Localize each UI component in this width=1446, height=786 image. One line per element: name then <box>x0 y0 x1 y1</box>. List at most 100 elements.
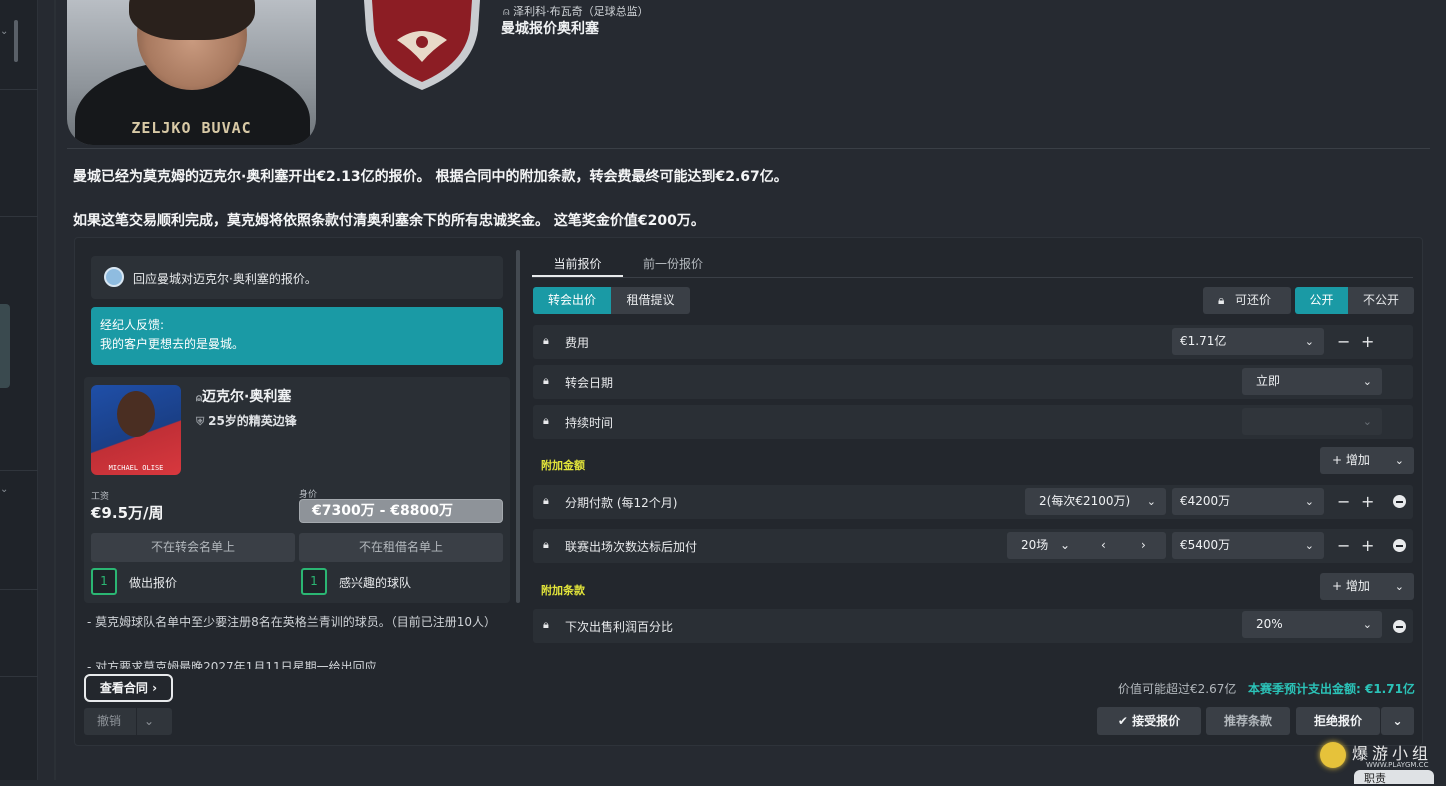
sidebar-active-tab[interactable] <box>0 304 10 388</box>
fee-increase-button[interactable]: + <box>1361 328 1374 355</box>
plus-icon: + <box>1332 579 1346 593</box>
add-clause-button[interactable]: + 增加 ⌄ <box>1320 573 1414 600</box>
sender-line: ⍝ 泽利科·布瓦奇（足球总监） <box>503 3 649 19</box>
negotiable-button[interactable]: 🔒︎ 可还价 <box>1203 287 1291 314</box>
divider <box>0 470 38 471</box>
appearances-select-value: 20场 <box>1021 538 1049 552</box>
negotiable-label: 可还价 <box>1235 293 1272 307</box>
interested-count[interactable]: 1 <box>301 568 327 595</box>
installments-amount[interactable]: €4200万 ⌄ <box>1172 488 1324 515</box>
lock-icon[interactable]: 🔒︎ <box>543 374 549 388</box>
loan-list-status[interactable]: 不在租借名单上 <box>299 533 503 562</box>
chevron-down-icon[interactable]: ⌄ <box>144 708 154 735</box>
reject-offer-button[interactable]: 拒绝报价 <box>1296 707 1380 735</box>
photo-name: ZELJKO BUVAC <box>131 119 252 137</box>
chevron-down-icon[interactable]: ⌄ <box>0 484 8 495</box>
lock-icon[interactable]: 🔒︎ <box>543 618 549 632</box>
appearances-label: 联赛出场次数达标后加付 <box>565 540 698 554</box>
cancel-label: 撤销 <box>97 714 122 728</box>
view-contract-button[interactable]: 查看合同 › <box>84 674 173 702</box>
sender-photo: ZELJKO BUVAC <box>67 0 316 145</box>
player-photo[interactable]: MICHAEL OLISE <box>91 385 181 475</box>
add-add-on-button[interactable]: + 增加 ⌄ <box>1320 447 1414 474</box>
transfer-list-status[interactable]: 不在转会名单上 <box>91 533 295 562</box>
appearances-select[interactable]: 20场 ⌄ ‹ › <box>1007 532 1166 559</box>
lock-icon[interactable]: 🔒︎ <box>543 334 549 348</box>
player-name[interactable]: ⍝迈克尔·奥利塞 <box>196 386 291 406</box>
player-head <box>117 391 155 437</box>
max-value-text: 价值可能超过€2.67亿 <box>1118 682 1237 696</box>
chevron-down-icon: ⌄ <box>1304 539 1314 552</box>
remove-circle-icon[interactable] <box>1393 620 1406 633</box>
sender-name[interactable]: 泽利科·布瓦奇（足球总监） <box>513 5 649 18</box>
nation-icon: ⛨ <box>196 415 209 428</box>
rail <box>54 0 56 780</box>
chevron-down-icon: ⌄ <box>1362 415 1372 428</box>
public-toggle[interactable]: 公开 <box>1295 287 1348 314</box>
chevron-left-icon[interactable]: ‹ <box>1101 532 1106 559</box>
lock-icon[interactable]: 🔒︎ <box>543 414 549 428</box>
chevron-down-icon: ⌄ <box>1394 580 1404 593</box>
chevron-down-icon: ⌄ <box>1392 714 1403 728</box>
divider <box>0 589 38 590</box>
remove-circle-icon[interactable] <box>1393 495 1406 508</box>
body-paragraph-2: 如果这笔交易顺利完成，莫克姆将依照条款付清奥利塞余下的所有忠诚奖金。 这笔奖金价… <box>73 213 705 229</box>
duration-select: ⌄ <box>1242 408 1382 435</box>
private-toggle[interactable]: 不公开 <box>1348 287 1414 314</box>
club-crest <box>364 0 480 90</box>
lock-icon[interactable]: 🔒︎ <box>543 494 549 508</box>
left-scrollbar[interactable] <box>516 250 520 603</box>
sidebar-scrollbar[interactable] <box>14 20 18 62</box>
player-desc: 25岁的精英边锋 <box>208 414 297 428</box>
remove-circle-icon[interactable] <box>1393 539 1406 552</box>
duration-label: 持续时间 <box>565 416 614 430</box>
sell-on-select[interactable]: 20% ⌄ <box>1242 611 1382 638</box>
installments-select[interactable]: 2(每次€2100万) ⌄ <box>1025 488 1166 515</box>
fee-select[interactable]: €1.71亿 ⌄ <box>1172 328 1324 355</box>
chevron-down-icon: ⌄ <box>1146 495 1156 508</box>
transfer-offer-toggle[interactable]: 转会出价 <box>533 287 611 314</box>
chevron-right-icon[interactable]: › <box>1141 532 1146 559</box>
message-subject: 曼城报价奥利塞 <box>501 21 599 37</box>
logo-sun <box>1320 742 1346 768</box>
lock-icon[interactable]: 🔒︎ <box>543 538 549 552</box>
loan-offer-toggle[interactable]: 租借提议 <box>611 287 690 314</box>
date-select[interactable]: 立即 ⌄ <box>1242 368 1382 395</box>
view-contract-label: 查看合同 <box>99 681 148 695</box>
plus-icon: + <box>1332 453 1346 467</box>
appearances-amount[interactable]: €5400万 ⌄ <box>1172 532 1324 559</box>
installments-select-value: 2(每次€2100万) <box>1039 494 1131 508</box>
chevron-down-icon[interactable]: ⌄ <box>0 26 8 37</box>
accept-label: 接受报价 <box>1132 714 1181 728</box>
fee-label: 费用 <box>565 336 590 350</box>
fee-decrease-button[interactable]: − <box>1337 328 1350 355</box>
appearances-increase-button[interactable]: + <box>1361 532 1374 559</box>
divider <box>0 676 38 677</box>
cancel-button[interactable]: 撤销 ⌄ <box>84 708 172 735</box>
tab-previous-offer[interactable]: 前一份报价 <box>643 255 703 272</box>
divider <box>0 89 38 90</box>
accept-offer-button[interactable]: ✔ 接受报价 <box>1097 707 1201 735</box>
appearances-amount-value: €5400万 <box>1180 538 1231 552</box>
suggest-terms-button[interactable]: 推荐条款 <box>1206 707 1290 735</box>
lock-icon: 🔒︎ <box>1218 293 1225 307</box>
duties-tab[interactable]: 职责 <box>1354 770 1434 785</box>
appearances-decrease-button[interactable]: − <box>1337 532 1350 559</box>
installments-amount-value: €4200万 <box>1180 494 1231 508</box>
reject-options-chevron[interactable]: ⌄ <box>1381 707 1414 735</box>
sell-on-label: 下次出售利润百分比 <box>565 620 674 634</box>
player-name-text[interactable]: 迈克尔·奥利塞 <box>202 389 291 405</box>
installments-decrease-button[interactable]: − <box>1337 488 1350 515</box>
chevron-down-icon: ⌄ <box>1304 335 1314 348</box>
chevron-down-icon: ⌄ <box>1304 495 1314 508</box>
offers-count[interactable]: 1 <box>91 568 117 595</box>
season-spend-text: 本赛季预计支出金额: €1.71亿 <box>1248 682 1415 696</box>
installments-increase-button[interactable]: + <box>1361 488 1374 515</box>
chevron-down-icon[interactable]: ⌄ <box>1060 532 1070 559</box>
interested-label: 感兴趣的球队 <box>339 576 412 590</box>
sell-on-value: 20% <box>1256 617 1283 631</box>
body-paragraph-1: 曼城已经为莫克姆的迈克尔·奥利塞开出€2.13亿的报价。 根据合同中的附加条款，… <box>73 169 788 185</box>
tab-current-offer[interactable]: 当前报价 <box>532 255 623 272</box>
watermark: 爆游小组 WWW.PLAYGM.CC 职责 <box>1304 736 1444 785</box>
agent-text: 我的客户更想去的是曼城。 <box>100 337 245 351</box>
